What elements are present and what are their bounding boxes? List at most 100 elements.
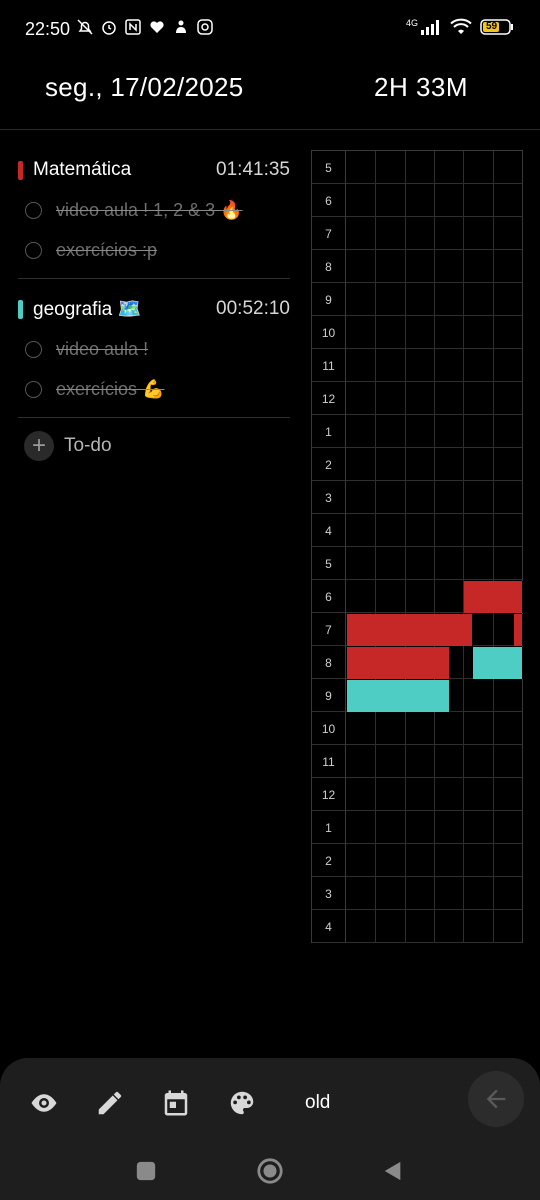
status-icons-left (76, 18, 214, 36)
grid-hour-label: 12 (312, 382, 346, 415)
study-block-geo[interactable] (347, 680, 450, 712)
task-label: exercícios 💪 (56, 378, 165, 399)
grid-hour-label: 7 (312, 217, 346, 250)
plus-icon: + (24, 431, 54, 461)
alarm-icon (100, 18, 118, 36)
grid-row: 4 (312, 910, 522, 943)
wifi-icon (450, 18, 472, 36)
grid-row: 10 (312, 712, 522, 745)
recents-button[interactable] (131, 1156, 161, 1186)
grid-hour-label: 3 (312, 481, 346, 514)
grid-hour-label: 5 (312, 547, 346, 580)
grid-hour-label: 12 (312, 778, 346, 811)
grid-row: 2 (312, 844, 522, 877)
grid-row: 5 (312, 151, 522, 184)
grid-hour-label: 5 (312, 151, 346, 184)
task-checkbox[interactable] (25, 201, 42, 219)
grid-row: 3 (312, 877, 522, 910)
grid-row: 4 (312, 514, 522, 547)
grid-column-line (492, 151, 494, 942)
status-bar: 22:50 4G 59 (0, 0, 540, 60)
study-block-math[interactable] (464, 581, 523, 613)
grid-column-line (433, 151, 435, 942)
subject-header[interactable]: geografia 🗺️ 00:52:10 (18, 289, 290, 329)
study-block-math[interactable] (347, 647, 450, 679)
grid-hour-label: 2 (312, 448, 346, 481)
grid-hour-label: 1 (312, 811, 346, 844)
grid-row: 8 (312, 250, 522, 283)
task-item[interactable]: video aula ! 1, 2 & 3 🔥 (18, 190, 290, 230)
grid-hour-label: 9 (312, 679, 346, 712)
mute-icon (76, 18, 94, 36)
timeline-grid: 5 6 7 8 9 10 11 12 1 2 3 4 5 6 7 8 9 10 11 12 1 2 3 4 (311, 150, 523, 943)
app-notification-icon (172, 18, 190, 36)
grid-row: 2 (312, 448, 522, 481)
nfc-icon (124, 18, 142, 36)
subject-name: Matemática (33, 159, 132, 180)
bottom-toolbar: old (0, 1058, 540, 1200)
study-block-math[interactable] (347, 614, 474, 646)
task-item[interactable]: video aula ! (18, 329, 290, 369)
subject-header[interactable]: Matemática 01:41:35 (18, 150, 290, 190)
grid-row: 10 (312, 316, 522, 349)
study-block-geo[interactable] (473, 647, 523, 679)
subject-name: geografia 🗺️ (33, 299, 142, 320)
pencil-icon[interactable] (93, 1086, 127, 1120)
grid-hour-label: 4 (312, 514, 346, 547)
day-header: seg., 17/02/2025 2H 33M (0, 60, 540, 130)
palette-icon[interactable] (225, 1086, 259, 1120)
subjects-list: Matemática 01:41:35 video aula ! 1, 2 & … (18, 150, 290, 466)
battery-icon: 59 (480, 18, 514, 36)
grid-column-line (375, 151, 377, 942)
status-icons-right: 4G 59 (406, 18, 514, 36)
grid-hour-label: 6 (312, 184, 346, 217)
grid-row: 11 (312, 349, 522, 382)
grid-hour-label: 7 (312, 613, 346, 646)
grid-hour-label: 1 (312, 415, 346, 448)
back-button[interactable] (468, 1071, 524, 1127)
add-todo-label: To-do (64, 435, 112, 456)
status-time: 22:50 (25, 19, 71, 39)
task-checkbox[interactable] (25, 380, 42, 398)
total-study-time: 2H 33M (374, 72, 469, 102)
task-label: video aula ! (56, 338, 149, 359)
grid-hour-label: 2 (312, 844, 346, 877)
eye-icon[interactable] (27, 1086, 61, 1120)
subject-geografia[interactable]: geografia 🗺️ 00:52:10 video aula ! exerc… (18, 289, 290, 418)
task-checkbox[interactable] (25, 340, 42, 358)
signal-icon (420, 18, 442, 36)
grid-hour-label: 8 (312, 646, 346, 679)
subject-color-bar (18, 299, 23, 319)
instagram-icon (196, 18, 214, 36)
add-todo-button[interactable]: + To-do (18, 426, 290, 466)
arrow-left-icon (482, 1085, 510, 1113)
grid-row: 1 (312, 415, 522, 448)
grid-row: 12 (312, 382, 522, 415)
task-item[interactable]: exercícios 💪 (18, 369, 290, 409)
task-item[interactable]: exercícios :p (18, 230, 290, 270)
view-mode-label[interactable]: old (305, 1092, 330, 1114)
grid-row: 12 (312, 778, 522, 811)
grid-row: 7 (312, 217, 522, 250)
grid-column-line (404, 151, 406, 942)
network-type: 4G (405, 18, 418, 28)
grid-hour-label: 9 (312, 283, 346, 316)
calendar-icon[interactable] (159, 1086, 193, 1120)
task-checkbox[interactable] (25, 241, 42, 259)
subject-timer: 00:52:10 (216, 298, 290, 319)
heart-icon (148, 18, 166, 36)
grid-hour-label: 6 (312, 580, 346, 613)
grid-hour-label: 11 (312, 349, 346, 382)
home-button[interactable] (255, 1156, 285, 1186)
current-date[interactable]: seg., 17/02/2025 (45, 72, 244, 103)
task-label: exercícios :p (56, 239, 158, 260)
grid-row: 5 (312, 547, 522, 580)
subject-timer: 01:41:35 (216, 159, 290, 180)
study-block-math[interactable] (514, 614, 523, 646)
grid-hour-label: 10 (312, 316, 346, 349)
subject-matematica[interactable]: Matemática 01:41:35 video aula ! 1, 2 & … (18, 150, 290, 279)
grid-hour-label: 8 (312, 250, 346, 283)
grid-row: 11 (312, 745, 522, 778)
grid-row: 6 (312, 184, 522, 217)
back-nav-button[interactable] (378, 1156, 408, 1186)
